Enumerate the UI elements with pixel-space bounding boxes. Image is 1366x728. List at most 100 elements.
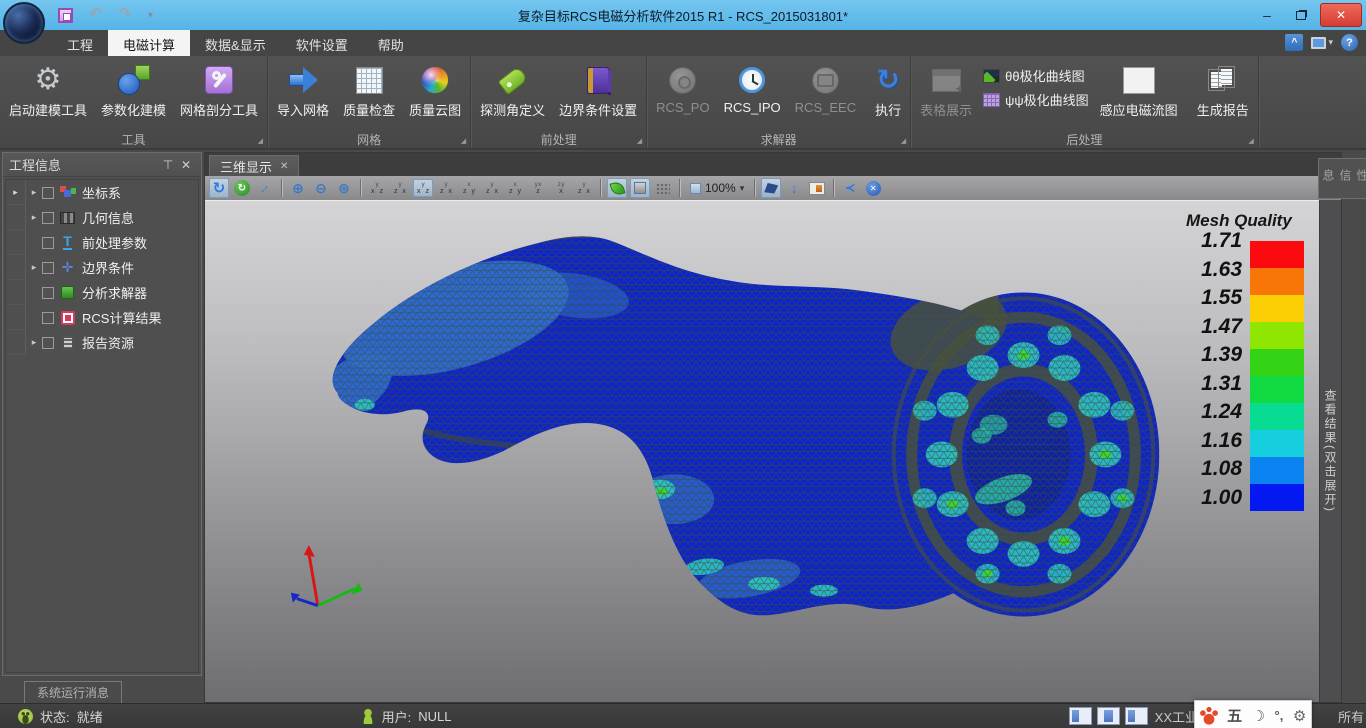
capture-view-button[interactable]: [807, 178, 827, 198]
psi-polarization-curve-button[interactable]: ψψ极化曲线图: [983, 90, 1089, 109]
generate-report-button[interactable]: 生成报告: [1190, 58, 1256, 119]
view-orientation-button-2[interactable]: yz x: [390, 179, 410, 197]
properties-collapsed-tab[interactable]: 属性信息: [1318, 158, 1366, 199]
dialog-launcher-icon[interactable]: ◢: [1248, 137, 1253, 145]
legend-value: 1.31: [1186, 373, 1242, 395]
expander-icon[interactable]: ▸: [26, 337, 42, 348]
checkbox[interactable]: [42, 262, 54, 274]
quality-check-button[interactable]: 质量检查: [336, 58, 402, 119]
dialog-launcher-icon[interactable]: ◢: [637, 137, 642, 145]
view-orientation-button-3[interactable]: yx z: [413, 179, 433, 197]
undo-icon[interactable]: ↶: [89, 8, 102, 22]
view-orientation-button-9[interactable]: zyx: [551, 179, 571, 197]
group-label-solver: 求解器: [761, 131, 797, 148]
tree-item-report-resources[interactable]: ▸ 报告资源: [6, 330, 198, 355]
tree-item-analysis-solver[interactable]: 分析求解器: [6, 280, 198, 305]
close-view-button[interactable]: ✕: [863, 178, 883, 198]
expander-icon[interactable]: ▸: [26, 262, 42, 273]
display-style-button[interactable]: ▾: [1311, 37, 1333, 49]
theta-polarization-curve-button[interactable]: θθ极化曲线图: [983, 66, 1089, 85]
tree-item-preprocess-params[interactable]: T 前处理参数: [6, 230, 198, 255]
view-orientation-button-8[interactable]: yxz: [528, 179, 548, 197]
view-orientation-button-1[interactable]: yx z: [367, 179, 387, 197]
minimize-button[interactable]: –: [1252, 4, 1282, 26]
redo-icon[interactable]: ↷: [118, 8, 131, 22]
induced-current-map-button[interactable]: 感应电磁流图: [1093, 58, 1185, 119]
quality-cloud-map-button[interactable]: 质量云图: [402, 58, 468, 119]
tab-project[interactable]: 工程: [52, 30, 108, 56]
viewport-3d[interactable]: Mesh Quality 1.71 1.63: [205, 200, 1319, 702]
checkbox[interactable]: [42, 337, 54, 349]
tree-item-boundary-conditions[interactable]: ▸ ✛ 边界条件: [6, 255, 198, 280]
spin-view-button[interactable]: ↻: [232, 178, 252, 198]
view-orientation-button-10[interactable]: yz x: [574, 179, 594, 197]
system-messages-tab[interactable]: 系统运行消息: [24, 681, 122, 703]
view-orientation-button-6[interactable]: yz x: [482, 179, 502, 197]
probe-angle-define-button[interactable]: 探测角定义: [473, 58, 552, 119]
expander-icon[interactable]: ▸: [26, 212, 42, 223]
tab-software-settings[interactable]: 软件设置: [281, 30, 363, 56]
ime-paw-icon[interactable]: [1200, 707, 1218, 725]
view-results-collapsed-tab[interactable]: 查看结果(双击展开): [1319, 200, 1341, 702]
close-icon[interactable]: ✕: [177, 158, 195, 172]
capture-icon: [809, 182, 825, 195]
qat-caret-icon[interactable]: ▾: [148, 10, 153, 21]
close-icon[interactable]: ✕: [280, 161, 288, 172]
clip-plane-button[interactable]: [761, 178, 781, 198]
layout-mid-button[interactable]: [1097, 707, 1120, 725]
tab-3d-display[interactable]: 三维显示 ✕: [209, 155, 299, 176]
view-orientation-button-7[interactable]: xz y: [505, 179, 525, 197]
help-button[interactable]: ?: [1341, 34, 1358, 51]
mesh-model-canvas[interactable]: [205, 201, 1319, 702]
checkbox[interactable]: [42, 187, 54, 199]
view-orientation-button-5[interactable]: xz y: [459, 179, 479, 197]
zoom-level-select[interactable]: 100% ▾: [686, 178, 748, 198]
moon-icon[interactable]: ☽: [1252, 707, 1265, 725]
mesh-partition-tool-button[interactable]: 网格剖分工具: [173, 58, 265, 119]
checkbox[interactable]: [42, 237, 54, 249]
close-button[interactable]: ✕: [1320, 3, 1362, 27]
gear-icon[interactable]: ⚙: [1293, 707, 1306, 725]
app-logo[interactable]: [3, 2, 45, 44]
points-mode-button[interactable]: [653, 178, 673, 198]
pin-icon[interactable]: ⊤: [159, 158, 177, 172]
tab-data-display[interactable]: 数据&显示: [190, 30, 281, 56]
tab-help[interactable]: 帮助: [363, 30, 419, 56]
orbit-rotate-button[interactable]: ↻: [209, 178, 229, 198]
ime-wubi-button[interactable]: 五: [1227, 705, 1242, 726]
share-view-button[interactable]: ≺: [840, 178, 860, 198]
dialog-launcher-icon[interactable]: ◢: [258, 137, 263, 145]
checkbox[interactable]: [42, 312, 54, 324]
flat-mode-button[interactable]: [630, 178, 650, 198]
rcs-ipo-solver-button[interactable]: RCS_IPO: [717, 58, 788, 115]
zoom-in-button[interactable]: ⊕: [288, 178, 308, 198]
view-orientation-button-4[interactable]: yz x: [436, 179, 456, 197]
ime-punctuation-button[interactable]: °,: [1275, 708, 1284, 723]
zoom-out-button[interactable]: ⊖: [311, 178, 331, 198]
tab-em-computation[interactable]: 电磁计算: [108, 30, 190, 56]
boundary-condition-settings-button[interactable]: 边界条件设置: [552, 58, 644, 119]
puzzle-icon: [59, 285, 76, 301]
execute-button[interactable]: ↻ 执行: [868, 58, 908, 119]
parametric-modeling-button[interactable]: 参数化建模: [94, 58, 173, 119]
launch-modeling-tool-button[interactable]: ⚙ 启动建模工具: [2, 58, 94, 119]
checkbox[interactable]: [42, 212, 54, 224]
layout-left-button[interactable]: [1069, 707, 1092, 725]
tree-item-coordinate-system[interactable]: ▸ ▸ 坐标系: [6, 180, 198, 205]
save-icon[interactable]: [58, 8, 73, 23]
tree-item-rcs-results[interactable]: RCS计算结果: [6, 305, 198, 330]
legend-color-band: [1250, 457, 1304, 484]
zoom-fit-button[interactable]: ⊛: [334, 178, 354, 198]
dialog-launcher-icon[interactable]: ◢: [461, 137, 466, 145]
dialog-launcher-icon[interactable]: ◢: [901, 137, 906, 145]
layout-right-button[interactable]: [1125, 707, 1148, 725]
import-mesh-button[interactable]: 导入网格: [270, 58, 336, 119]
restore-button[interactable]: [1286, 4, 1316, 26]
shaded-mode-button[interactable]: [607, 178, 627, 198]
tree-item-geometry-info[interactable]: ▸ 几何信息: [6, 205, 198, 230]
pan-zoom-button[interactable]: ↕: [255, 178, 275, 198]
expander-icon[interactable]: ▸: [26, 187, 42, 198]
collapse-ribbon-button[interactable]: ^: [1285, 34, 1303, 51]
checkbox[interactable]: [42, 287, 54, 299]
drop-view-button[interactable]: ↓: [784, 178, 804, 198]
